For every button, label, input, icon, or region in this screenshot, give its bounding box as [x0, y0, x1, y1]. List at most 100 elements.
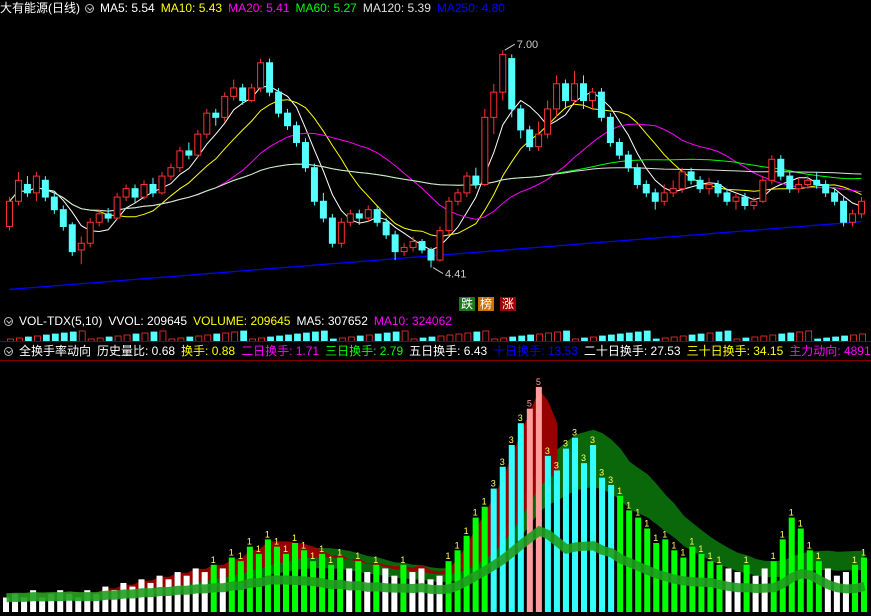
candle-body — [248, 87, 256, 102]
marker-down: 跌 — [459, 297, 476, 311]
vol-indicator-name[interactable]: VOL-TDX(5,10) — [19, 314, 102, 328]
volume-bar — [473, 331, 481, 342]
candle-body — [239, 87, 247, 102]
candle-body — [59, 209, 67, 227]
candle-body — [831, 192, 839, 202]
turnover-header-item: 五日换手: 6.43 — [409, 344, 488, 358]
candle-body — [113, 196, 121, 219]
candle-body — [490, 91, 498, 118]
volume-bar — [634, 331, 642, 342]
volume-bar — [446, 334, 454, 342]
turnover-bar-label: 3 — [581, 453, 586, 463]
annotation-pointer — [432, 267, 444, 275]
turnover-bar-label: 1 — [301, 540, 306, 550]
collapse-icon[interactable] — [85, 4, 94, 13]
volume-bar — [787, 332, 795, 342]
volume-bar — [60, 332, 68, 342]
volume-bar — [123, 334, 131, 342]
volume-bar — [320, 330, 328, 342]
turnover-bar — [779, 539, 786, 612]
candle-body — [364, 209, 372, 219]
turnover-bar-label: 1 — [653, 533, 658, 543]
candle-body — [355, 213, 363, 219]
candle-body — [822, 183, 830, 194]
candle-body — [50, 196, 58, 211]
turnover-bar-label: 1 — [464, 526, 469, 536]
candle-body — [768, 158, 776, 181]
candle-body — [517, 108, 525, 131]
volume-bar — [796, 331, 804, 342]
candle-body — [741, 196, 749, 206]
turnover-bar — [571, 437, 578, 612]
candle-body — [230, 87, 238, 97]
candlestick-chart: 7.00 4.41 — [6, 39, 865, 291]
vol-header-item: VOLUME: 209645 — [193, 314, 291, 328]
turnover-bar — [806, 550, 813, 612]
collapse-icon[interactable] — [4, 347, 13, 356]
candle-body — [840, 200, 848, 223]
candle-body — [95, 213, 103, 223]
volume-bar — [536, 333, 544, 342]
turnover-header-item: 二十日换手: 27.53 — [583, 344, 681, 358]
turnover-bar-label: 1 — [292, 533, 297, 543]
candle-body — [373, 209, 381, 223]
candle-body — [176, 150, 184, 169]
candle-body — [41, 179, 49, 198]
volume-bar — [78, 330, 86, 342]
candle-body — [535, 133, 543, 148]
candle-body — [849, 213, 857, 223]
volume-bar — [527, 334, 535, 342]
candle-body — [660, 192, 668, 202]
price-header: 大有能源(日线) MA5: 5.54 MA10: 5.43 MA20: 5.41 MA6… — [0, 0, 871, 16]
candle-body — [436, 230, 444, 261]
volume-bar — [850, 334, 857, 342]
candle-body — [445, 200, 453, 232]
candle-body — [319, 200, 327, 219]
turnover-bar-label: 1 — [617, 486, 622, 496]
volume-bar — [859, 333, 866, 342]
turnover-bar-label: 1 — [229, 548, 234, 558]
candle-body — [642, 183, 650, 194]
turnover-bar-label: 3 — [572, 428, 577, 438]
turnover-bar — [590, 444, 597, 612]
turnover-bar-label: 1 — [482, 497, 487, 507]
candle-body — [858, 200, 865, 215]
turnover-bar — [788, 517, 795, 612]
vol-header-item: MA10: 324062 — [373, 314, 452, 328]
candle-body — [615, 142, 623, 156]
turnover-bar-label: 1 — [698, 544, 703, 554]
turnover-bar — [481, 506, 488, 612]
turnover-bar-label: 3 — [509, 435, 514, 445]
turnover-bar — [815, 561, 822, 612]
candle-body — [750, 200, 758, 206]
turnover-bar-label: 1 — [635, 508, 640, 518]
volume-bar — [769, 334, 777, 342]
turnover-bar-label: 1 — [238, 551, 243, 561]
candle-body — [481, 116, 489, 185]
turnover-bar — [490, 488, 497, 612]
candle-body — [463, 175, 471, 194]
volume-bar — [706, 332, 714, 342]
turnover-bar — [581, 463, 588, 612]
volume-bar — [69, 331, 77, 342]
volume-bar — [715, 331, 723, 342]
candle-body — [427, 249, 435, 261]
turnover-indicator-name[interactable]: 全换手率动向 — [19, 344, 91, 358]
candle-body — [508, 58, 516, 110]
candle-body — [804, 179, 812, 185]
ma10-line — [9, 99, 862, 238]
candle-body — [301, 142, 309, 169]
turnover-bar-label: 1 — [455, 540, 460, 550]
turnover-bar-label: 3 — [500, 457, 505, 467]
turnover-bar-label: 1 — [662, 529, 667, 539]
candle-body — [454, 192, 462, 202]
candle-body — [562, 83, 570, 102]
candle-body — [723, 192, 731, 202]
candle-body — [705, 183, 713, 190]
volume-bar — [554, 331, 561, 342]
turnover-bar — [391, 575, 398, 612]
turnover-chart: 11 111111111111 1 1 1 11111333355333333331111… — [0, 360, 871, 612]
collapse-icon[interactable] — [4, 317, 13, 326]
turnover-bar-label: 3 — [590, 435, 595, 445]
candle-body — [499, 53, 507, 93]
